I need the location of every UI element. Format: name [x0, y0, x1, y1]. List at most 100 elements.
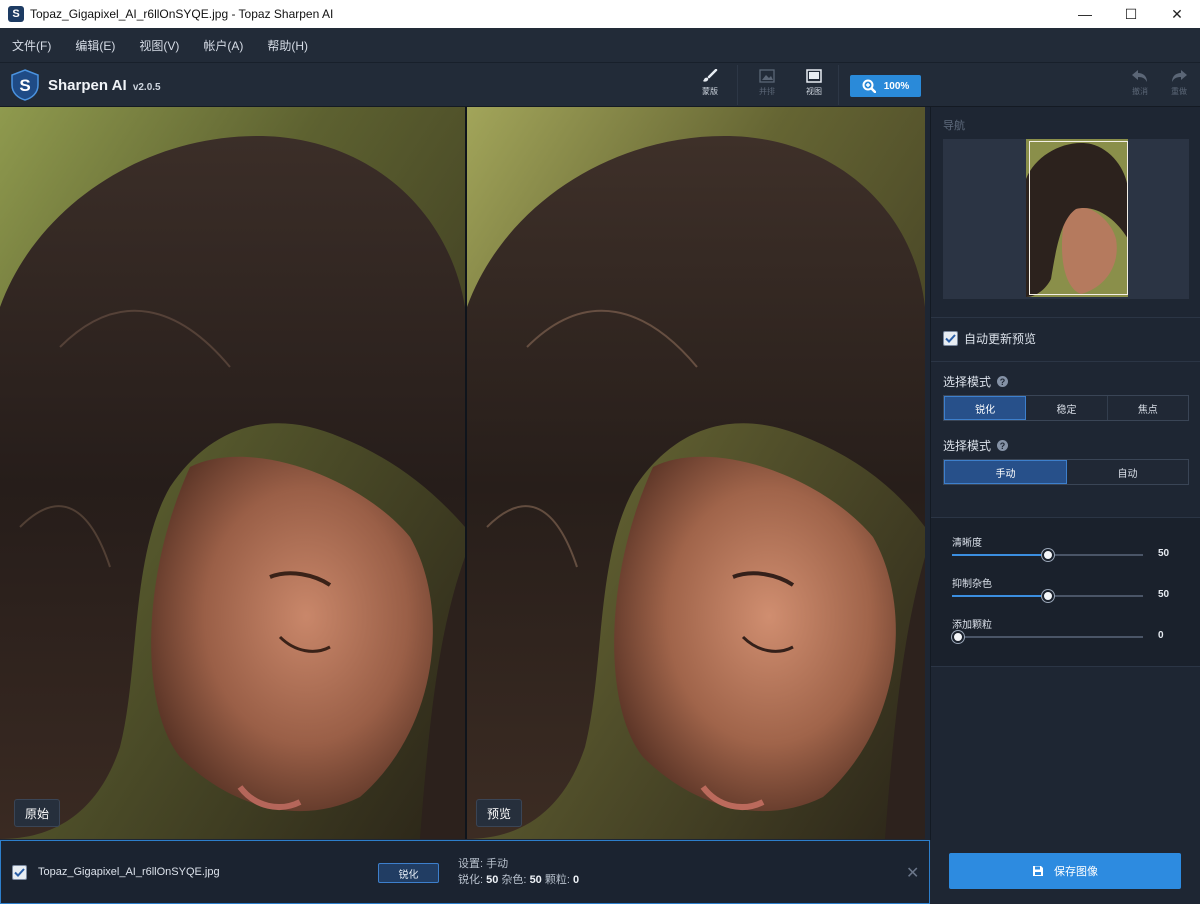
redo-button[interactable]: 重做 [1161, 69, 1197, 103]
mode-sharpen[interactable]: 锐化 [944, 396, 1027, 420]
clarity-slider[interactable] [952, 549, 1143, 561]
remove-file-icon[interactable]: ✕ [906, 863, 919, 883]
preview-label: 预览 [476, 799, 523, 827]
sharpen-logo-icon: S [11, 69, 39, 101]
mode-focus[interactable]: 焦点 [1108, 396, 1188, 420]
original-label: 原始 [14, 799, 61, 827]
noise-slider-row: 抑制杂色 50 [952, 575, 1192, 602]
setting-line: 设置: 手动 [458, 858, 509, 870]
mode-title: 选择模式 [943, 375, 992, 389]
view-label: 视图 [806, 87, 822, 96]
mask-tool-button[interactable]: 蒙版 [692, 69, 728, 103]
view-button[interactable]: 视图 [796, 69, 832, 103]
brand-version: v2.0.5 [132, 82, 161, 93]
file-checkbox[interactable] [12, 865, 27, 880]
grain-slider-row: 添加颗粒 0 [952, 616, 1192, 643]
grain-slider[interactable] [952, 631, 1143, 643]
noise-slider[interactable] [952, 590, 1143, 602]
floppy-disk-icon [1033, 866, 1043, 876]
save-image-button[interactable]: 保存图像 [949, 853, 1181, 889]
auto-update-row[interactable]: 自动更新预览 [943, 330, 1036, 347]
help-icon[interactable]: ? [997, 376, 1009, 387]
brush-icon [703, 69, 718, 82]
navigator-viewport-frame[interactable] [1029, 141, 1128, 295]
slider-fill [952, 595, 1048, 597]
redo-label: 重做 [1171, 87, 1187, 96]
mask-label: 蒙版 [702, 87, 718, 96]
method-manual[interactable]: 手动 [944, 460, 1067, 484]
view-layout-icon [806, 69, 822, 83]
help-icon[interactable]: ? [997, 440, 1009, 451]
grain-value: 0 [1158, 630, 1164, 641]
close-window-button[interactable]: ✕ [1154, 0, 1200, 28]
slider-fill [952, 554, 1048, 556]
auto-update-checkbox[interactable] [943, 331, 958, 346]
method-title: 选择模式 [943, 439, 992, 453]
grain-setting-value: 0 [573, 874, 580, 886]
main-toolbar: S Sharpen AI v2.0.5 蒙版 并排 视图 撤消 重做 [0, 63, 1200, 107]
window-title: Topaz_Gigapixel_AI_r6llOnSYQE.jpg - Topa… [30, 7, 334, 21]
navigator-box[interactable] [943, 139, 1189, 299]
original-image-pane[interactable]: 原始 [0, 107, 465, 839]
method-auto[interactable]: 自动 [1067, 460, 1188, 484]
menu-file[interactable]: 文件(F) [12, 37, 51, 54]
app-logo-icon: S [8, 6, 24, 22]
clarity-slider-row: 清晰度 50 [952, 534, 1192, 561]
method-selector: 手动 自动 [943, 459, 1189, 485]
noise-setting-label: 杂色: [501, 874, 527, 886]
file-settings-summary: 设置: 手动 锐化: 50 杂色: 50 颗粒: 0 [458, 856, 579, 888]
toolbar-separator [838, 65, 839, 105]
grain-setting-label: 颗粒: [544, 874, 570, 886]
save-label: 保存图像 [1054, 866, 1098, 878]
navigator-section: 导航 [931, 107, 1200, 318]
checkmark-icon [945, 334, 956, 343]
menu-account[interactable]: 帐户(A) [203, 37, 243, 54]
menu-edit[interactable]: 编辑(E) [75, 37, 115, 54]
sliders-section: 清晰度 50 抑制杂色 50 添加颗粒 0 [931, 517, 1200, 667]
redo-icon [1172, 70, 1187, 82]
clarity-label: 清晰度 [952, 538, 982, 549]
svg-text:S: S [19, 76, 30, 95]
zoom-label: 100% [883, 80, 910, 92]
brand-name: Sharpen AI [48, 77, 127, 94]
app-brand: Sharpen AI v2.0.5 [48, 77, 161, 94]
side-by-side-button[interactable]: 并排 [749, 69, 785, 103]
original-photo [0, 107, 465, 839]
noise-setting-value: 50 [529, 874, 542, 886]
sharpen-setting-label: 锐化: [458, 874, 484, 886]
undo-label: 撤消 [1132, 87, 1148, 96]
sharpen-setting-value: 50 [486, 874, 499, 886]
preview-photo [467, 107, 925, 839]
slider-knob[interactable] [952, 631, 964, 643]
file-name: Topaz_Gigapixel_AI_r6llOnSYQE.jpg [38, 866, 220, 878]
window-titlebar: S Topaz_Gigapixel_AI_r6llOnSYQE.jpg - To… [0, 0, 1200, 28]
mode-stabilize[interactable]: 稳定 [1026, 396, 1108, 420]
preview-image-pane[interactable]: 预览 [467, 107, 925, 839]
slider-knob[interactable] [1041, 549, 1054, 561]
menu-bar: 文件(F) 编辑(E) 视图(V) 帐户(A) 帮助(H) [0, 28, 1200, 63]
navigator-title: 导航 [943, 120, 965, 132]
noise-value: 50 [1158, 589, 1170, 600]
checkmark-icon [14, 868, 25, 877]
mode-title-row: 选择模式 ? [943, 373, 1009, 390]
zoom-100-button[interactable]: 100% [850, 75, 921, 97]
undo-icon [1132, 70, 1147, 82]
setting-values: 锐化: 50 杂色: 50 颗粒: 0 [458, 872, 579, 888]
file-mode-badge: 锐化 [378, 863, 439, 883]
image-compare-icon [759, 69, 775, 83]
noise-label: 抑制杂色 [952, 579, 992, 590]
compare-label: 并排 [759, 87, 775, 96]
slider-knob[interactable] [1041, 590, 1054, 602]
method-title-row: 选择模式 ? [943, 437, 1009, 454]
settings-panel: 导航 自动更新预览 选择模式 ? 锐化 稳定 焦点 选择模式 ? 手动 自动 清… [930, 107, 1200, 840]
maximize-button[interactable]: ☐ [1108, 0, 1154, 28]
auto-update-label: 自动更新预览 [964, 332, 1037, 346]
save-area: 保存图像 [930, 840, 1200, 904]
menu-view[interactable]: 视图(V) [139, 37, 179, 54]
undo-button[interactable]: 撤消 [1122, 69, 1158, 103]
menu-help[interactable]: 帮助(H) [267, 37, 308, 54]
file-list-item[interactable]: Topaz_Gigapixel_AI_r6llOnSYQE.jpg 锐化 设置:… [0, 840, 930, 904]
toolbar-separator [737, 65, 738, 105]
clarity-value: 50 [1158, 548, 1170, 559]
minimize-button[interactable]: — [1062, 0, 1108, 28]
